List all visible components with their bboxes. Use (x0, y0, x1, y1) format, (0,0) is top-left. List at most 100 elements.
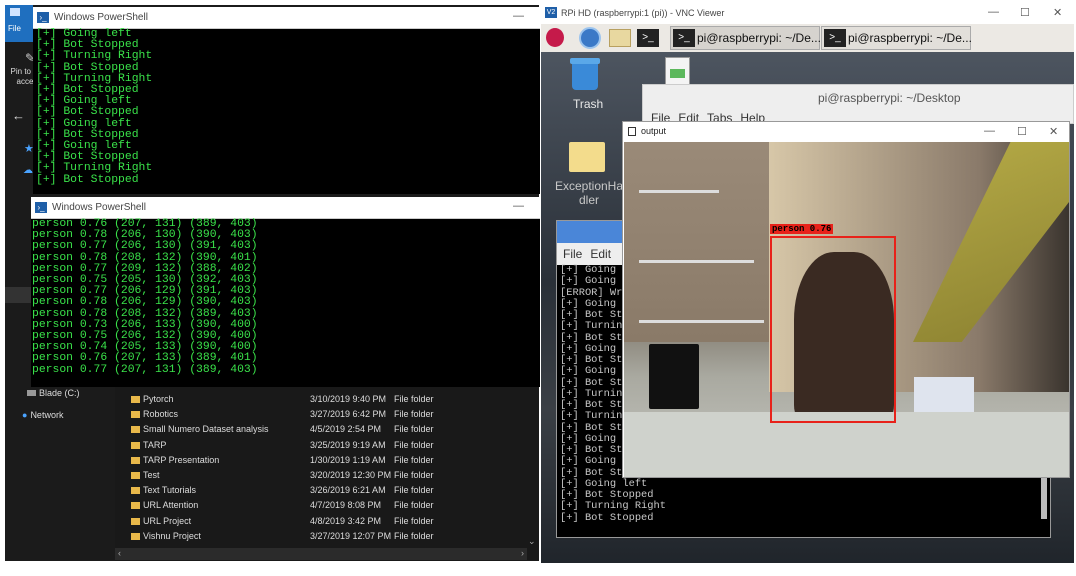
table-row[interactable]: Test 3/20/2019 12:30 PM File folder (123, 470, 523, 484)
pi-terminal-window-back[interactable]: pi@raspberrypi: ~/Desktop File Edit Tabs He… (642, 84, 1074, 125)
folder-icon[interactable] (569, 142, 605, 172)
table-row[interactable]: Vishnu Project 3/27/2019 12:07 PM File fol… (123, 531, 523, 545)
close-icon[interactable]: ✕ (1049, 125, 1058, 138)
console-output: [+] Going left [+] Bot Stopped [+] Turning… (36, 28, 540, 186)
taskbar-item-terminal-2[interactable]: >_ pi@raspberrypi: ~/De... (821, 26, 972, 50)
terminal-line: [+] Turning Right (560, 500, 667, 513)
file-name: Vishnu Project (143, 530, 201, 541)
console-output: person 0.76 (207, 131) (389, 403) person … (32, 218, 540, 376)
file-name: URL Project (143, 515, 192, 526)
file-name: Robotics (143, 409, 179, 420)
drive-icon (27, 390, 36, 396)
nav-item-network[interactable]: ● Network (22, 410, 63, 420)
title-bar[interactable]: ›_ Windows PowerShell — (31, 197, 540, 219)
console-line: [+] Turning Right (36, 162, 153, 175)
powershell-window-bot-log[interactable]: ›_ Windows PowerShell — [+] Going left [+… (33, 7, 540, 194)
file-type: File folder (394, 530, 434, 541)
detection-bounding-box (770, 236, 896, 423)
raspberry-menu-icon[interactable] (546, 28, 564, 47)
maximize-icon[interactable]: ☐ (1020, 6, 1030, 19)
file-type: File folder (394, 439, 434, 450)
detection-label: person 0.76 (770, 224, 834, 234)
window-title: Windows PowerShell (54, 12, 148, 23)
close-icon[interactable]: ✕ (1053, 6, 1062, 19)
console-line: person 0.76 (207, 133) (389, 401) (32, 352, 258, 365)
folder-icon (131, 502, 140, 510)
shelf (639, 260, 754, 263)
folder-icon (131, 532, 140, 540)
onedrive-icon[interactable]: ☁ (23, 165, 33, 176)
table-row[interactable]: Pytorch 3/10/2019 9:40 PM File folder (123, 394, 523, 408)
table-row[interactable]: Small Numero Dataset analysis 4/5/2019 2:… (123, 424, 523, 438)
table-row[interactable]: TARP 3/25/2019 9:19 AM File folder (123, 440, 523, 454)
title-bar[interactable]: ›_ Windows PowerShell — (33, 7, 540, 29)
vnc-title-bar[interactable]: V2 RPi HD (raspberrypi:1 (pi)) - VNC Vie… (541, 2, 1074, 24)
console-line: person 0.77 (206, 130) (391, 403) (32, 240, 258, 253)
powershell-icon: ›_ (35, 202, 47, 213)
file-type: File folder (394, 515, 434, 526)
file-type: File folder (394, 424, 434, 435)
table-row[interactable]: Text Tutorials 3/26/2019 6:21 AM File fold… (123, 485, 523, 499)
file-name: TARP Presentation (143, 454, 220, 465)
console-line: [+] Bot Stopped (36, 173, 139, 186)
vnc-logo-icon: V2 (545, 7, 557, 18)
shelf (639, 320, 764, 323)
shelf (639, 190, 719, 193)
terminal-title: pi@raspberrypi: ~/Desktop (818, 91, 961, 105)
file-date: 4/8/2019 3:42 PM (310, 515, 382, 526)
monitor (649, 344, 699, 409)
table-row[interactable]: Robotics 3/27/2019 6:42 PM File folder (123, 409, 523, 423)
output-app-icon (628, 127, 636, 136)
minimize-icon[interactable]: — (984, 125, 995, 137)
file-type: File folder (394, 454, 434, 465)
browser-globe-icon[interactable] (579, 27, 601, 49)
folder-icon (131, 487, 140, 495)
window-title: Windows PowerShell (52, 202, 146, 213)
pi-taskbar: >_ >_ pi@raspberrypi: ~/De... >_ pi@rasp… (541, 24, 1074, 52)
scroll-down-icon[interactable]: ⌄ (528, 536, 536, 547)
folder-icon (131, 441, 140, 449)
file-date: 3/27/2019 6:42 PM (310, 409, 387, 420)
taskbar-item-terminal-1[interactable]: >_ pi@raspberrypi: ~/De... (670, 26, 821, 50)
file-date: 3/25/2019 9:19 AM (310, 439, 386, 450)
table-row[interactable]: URL Attention 4/7/2019 8:08 PM File folder (123, 500, 523, 514)
file-manager-icon[interactable] (609, 29, 631, 47)
terminal-icon: >_ (824, 29, 846, 47)
image-file-icon[interactable] (665, 57, 690, 85)
trash-label[interactable]: Trash (573, 97, 603, 111)
trash-icon[interactable] (570, 58, 602, 92)
scroll-left-icon[interactable]: ‹ (118, 548, 121, 558)
file-date: 3/10/2019 9:40 PM (310, 394, 387, 404)
folder-label[interactable]: ExceptionHa dler (551, 179, 627, 207)
minimize-icon[interactable]: — (513, 200, 524, 212)
output-window[interactable]: output — ☐ ✕ person 0.76 (622, 121, 1070, 478)
minimize-icon[interactable]: — (988, 6, 999, 18)
file-type: File folder (394, 470, 434, 480)
nav-item-blade-drive[interactable]: Blade (C:) (27, 388, 80, 398)
table-row[interactable]: TARP Presentation 1/30/2019 1:19 AM File f… (123, 455, 523, 469)
folder-icon (131, 396, 140, 403)
terminal-launcher-icon[interactable]: >_ (637, 29, 659, 47)
file-name: Small Numero Dataset analysis (143, 424, 269, 435)
horizontal-scrollbar[interactable]: ‹ › (115, 548, 527, 560)
terminal-scrollbar[interactable] (1041, 471, 1047, 519)
scroll-right-icon[interactable]: › (521, 548, 524, 558)
file-type: File folder (394, 485, 434, 496)
maximize-icon[interactable]: ☐ (1017, 125, 1027, 138)
console-line: [+] Bot Stopped (36, 106, 139, 119)
file-name: Test (143, 470, 160, 480)
minimize-icon[interactable]: — (513, 10, 524, 22)
output-title-bar[interactable]: output — ☐ ✕ (623, 122, 1069, 142)
table-row[interactable]: URL Project 4/8/2019 3:42 PM File folder (123, 516, 523, 530)
folder-icon (131, 411, 140, 419)
powershell-window-detections[interactable]: ›_ Windows PowerShell — person 0.76 (207… (31, 197, 540, 387)
file-name: Pytorch (143, 394, 174, 404)
console-line: person 0.77 (207, 131) (389, 403) (32, 363, 258, 376)
file-date: 3/26/2019 6:21 AM (310, 485, 386, 496)
file-type: File folder (394, 500, 434, 511)
back-arrow-icon[interactable]: ← (12, 108, 25, 123)
ribbon-file-tab[interactable]: File (5, 5, 33, 42)
folder-icon (131, 456, 140, 464)
folder-icon (131, 426, 140, 434)
app-icon (10, 8, 20, 16)
